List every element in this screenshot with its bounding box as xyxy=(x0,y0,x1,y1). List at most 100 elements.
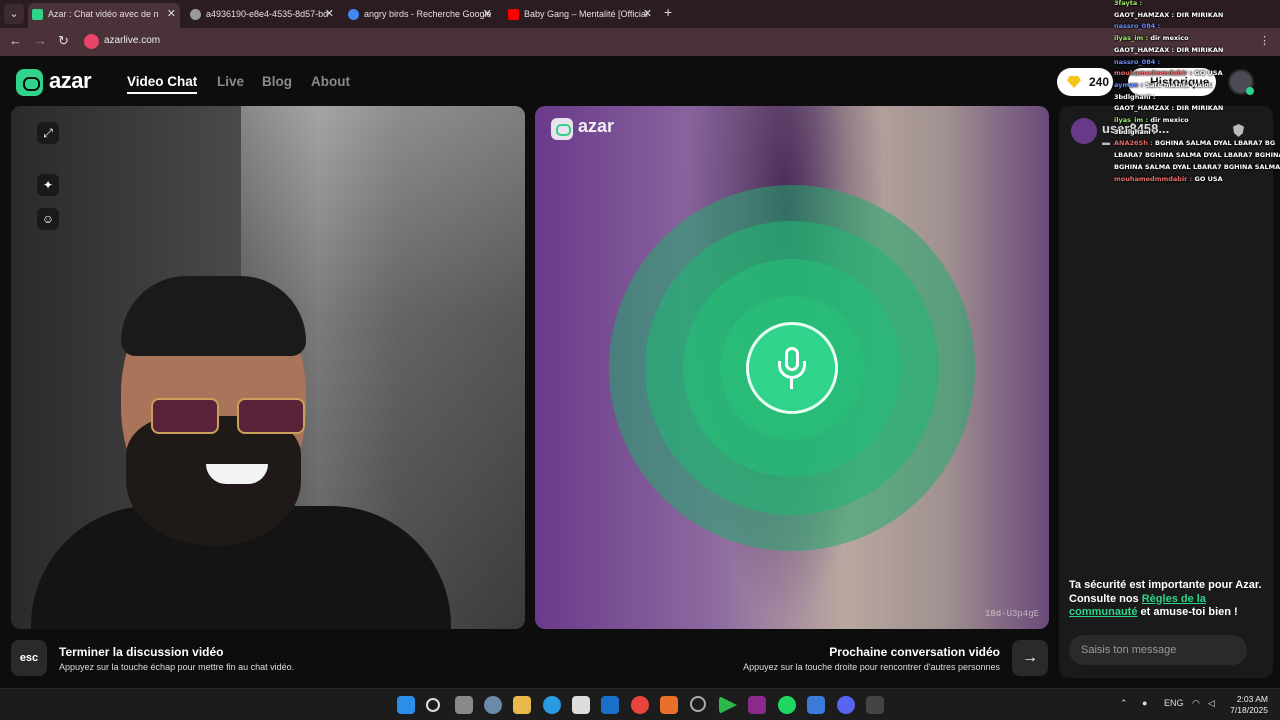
remote-video-id: 18d-U3p4gE xyxy=(984,609,1039,619)
spotify-icon[interactable] xyxy=(778,696,796,714)
partner-flag-icon: ▬ xyxy=(1102,138,1110,147)
close-tab-icon[interactable]: ✕ xyxy=(483,3,492,25)
stream-chat-user: GAOT_HAMZAX : xyxy=(1114,45,1175,54)
next-chat-button[interactable]: → xyxy=(1012,640,1048,676)
close-tab-icon[interactable]: ✕ xyxy=(167,3,176,25)
stream-chat-line: 3bdlghani : xyxy=(1114,93,1155,101)
wifi-icon[interactable]: ◠ xyxy=(1192,698,1200,709)
expand-video-icon[interactable]: ⤢ xyxy=(37,122,59,144)
azar-logo-icon[interactable] xyxy=(16,69,43,96)
stream-chat-message: LBARA7 BGHINA SALMA DYAL LBARA7 BGHINA S… xyxy=(1114,151,1280,160)
azar-logo-text[interactable]: azar xyxy=(49,68,92,94)
stream-chat-user: ayman : xyxy=(1114,80,1144,89)
chrome-icon[interactable] xyxy=(631,696,649,714)
stream-chat-message: Safe matnia walou xyxy=(1145,80,1214,89)
outlook-icon[interactable] xyxy=(601,696,619,714)
tray-mic-icon[interactable]: ● xyxy=(1142,698,1147,708)
close-tab-icon[interactable]: ✕ xyxy=(325,3,334,25)
safety-text-suffix: et amuse-toi bien ! xyxy=(1137,606,1238,618)
gems-balance-button[interactable]: 240 xyxy=(1057,68,1113,96)
stream-chat-line: LBARA7 BGHINA SALMA DYAL LBARA7 BGHINA S… xyxy=(1114,151,1280,159)
file-explorer-icon[interactable] xyxy=(513,696,531,714)
stream-chat-user: nassro_084 : xyxy=(1114,22,1161,31)
new-tab-button[interactable]: + xyxy=(664,4,672,20)
tab-title: a4936190-e8e4-4535-8d57-bd xyxy=(206,9,329,19)
url-text[interactable]: azarlive.com xyxy=(104,35,160,46)
app-icon[interactable] xyxy=(807,696,825,714)
stream-chat-message: DIR MIRIKAN xyxy=(1176,45,1224,54)
stream-chat-message: BGHINA SALMA DYAL LBARA7 BGHINA SALMA DY xyxy=(1114,162,1280,171)
azar-page: azar Video Chat Live Blog About 240 Hist… xyxy=(0,56,1280,688)
media-player-icon[interactable] xyxy=(719,696,737,714)
discord-icon[interactable] xyxy=(837,696,855,714)
browser-tab-azar[interactable]: Azar : Chat vidéo avec de n ✕ xyxy=(28,3,180,28)
search-icon[interactable] xyxy=(426,698,440,712)
start-menu-icon[interactable] xyxy=(397,696,415,714)
next-chat-hint: Appuyez sur la touche droite pour rencon… xyxy=(743,662,1000,672)
stream-chat-user: GAOT_HAMZAX : xyxy=(1114,10,1175,19)
nav-live[interactable]: Live xyxy=(217,74,244,89)
person-glasses xyxy=(151,398,306,436)
next-chat-title: Prochaine conversation vidéo xyxy=(829,645,1000,659)
wall-sign xyxy=(107,122,257,202)
stream-chat-message: dir mexico xyxy=(1150,116,1189,124)
stream-chat-line: GAOT_HAMZAX : DIR MIRIKAN xyxy=(1114,46,1223,54)
stream-chat-user: 3bdlghani : xyxy=(1114,127,1156,136)
stream-chat-user: nassro_084 : xyxy=(1114,57,1161,66)
face-filter-icon[interactable]: ☺ xyxy=(37,208,59,230)
browser-tab-google[interactable]: angry birds - Recherche Google ✕ xyxy=(344,3,496,25)
edge-browser-icon[interactable] xyxy=(543,696,561,714)
back-arrow-icon[interactable]: ← xyxy=(9,33,22,48)
end-chat-title: Terminer la discussion vidéo xyxy=(59,645,224,659)
close-tab-icon[interactable]: ✕ xyxy=(643,3,652,25)
browser-tab-bar: ⌄ Azar : Chat vidéo avec de n ✕ a4936190… xyxy=(0,0,1280,28)
tray-overflow-icon[interactable]: ⌃ xyxy=(1120,698,1128,709)
nav-blog[interactable]: Blog xyxy=(262,74,292,89)
site-info-icon[interactable] xyxy=(84,34,99,49)
terminal-icon[interactable] xyxy=(866,696,884,714)
azar-favicon-icon xyxy=(32,9,43,20)
browser-tab-uuid[interactable]: a4936190-e8e4-4535-8d57-bd ✕ xyxy=(186,3,338,25)
stream-chat-message: BGHINA SALMA DYAL LBARA7 BG xyxy=(1154,139,1276,148)
remote-video: azar 18d-U3p4gE xyxy=(535,106,1049,629)
partner-avatar[interactable] xyxy=(1071,118,1097,144)
stream-chat-line: nassro_084 : xyxy=(1114,22,1160,30)
stream-chat-user: 3bdlghani : xyxy=(1114,92,1156,101)
next-app-icon[interactable] xyxy=(748,696,766,714)
stream-chat-user: mouhamedmmdabir : xyxy=(1114,69,1193,78)
task-view-icon[interactable] xyxy=(455,696,473,714)
system-clock[interactable]: 2:03 AM 7/18/2025 xyxy=(1230,694,1268,716)
stream-chat-line: mouhamedmmdabir : GO USA xyxy=(1114,69,1223,77)
forward-arrow-icon[interactable]: → xyxy=(34,33,47,48)
obs-icon[interactable] xyxy=(690,696,706,712)
stream-chat-user: GAOT_HAMZAX : xyxy=(1114,104,1175,113)
effects-sparkle-icon[interactable]: ✦ xyxy=(37,174,59,196)
stream-chat-line: 3bdlghani : xyxy=(1114,128,1155,136)
settings-gear-icon[interactable] xyxy=(484,696,502,714)
stream-chat-user: ANA26Sh : xyxy=(1114,139,1153,148)
tab-list-dropdown[interactable]: ⌄ xyxy=(4,4,24,24)
app-icon[interactable] xyxy=(660,696,678,714)
message-input[interactable]: Saisis ton message xyxy=(1069,635,1247,665)
stream-chat-message: GO USA xyxy=(1194,69,1223,78)
browser-tab-youtube[interactable]: Baby Gang – Mentalité [Official ✕ xyxy=(504,3,656,25)
stream-chat-message: DIR MIRIKAN xyxy=(1176,10,1224,19)
reload-icon[interactable]: ↻ xyxy=(58,33,69,49)
chat-panel: user8458... ▬ Ta sécurité est importante… xyxy=(1059,106,1273,678)
nav-video-chat[interactable]: Video Chat xyxy=(127,74,198,94)
stream-chat-user: 3fayta : xyxy=(1114,0,1143,7)
azar-watermark-text: azar xyxy=(578,116,615,136)
stream-chat-line: mouhamedmmdabir : GO USA xyxy=(1114,175,1223,183)
stream-chat-line: GAOT_HAMZAX : DIR MIRIKAN xyxy=(1114,104,1223,112)
stream-chat-message: GO USA xyxy=(1194,174,1223,183)
tab-title: angry birds - Recherche Google xyxy=(364,9,492,19)
microphone-icon[interactable] xyxy=(746,322,838,414)
volume-icon[interactable]: ◁ xyxy=(1208,698,1215,709)
person-hair xyxy=(121,276,306,356)
store-icon[interactable] xyxy=(572,696,590,714)
end-chat-button[interactable]: esc xyxy=(11,640,47,676)
nav-about[interactable]: About xyxy=(311,74,350,89)
globe-favicon-icon xyxy=(190,9,201,20)
stream-chat-message: dir mexico xyxy=(1150,34,1189,43)
language-indicator[interactable]: ENG xyxy=(1164,698,1184,708)
